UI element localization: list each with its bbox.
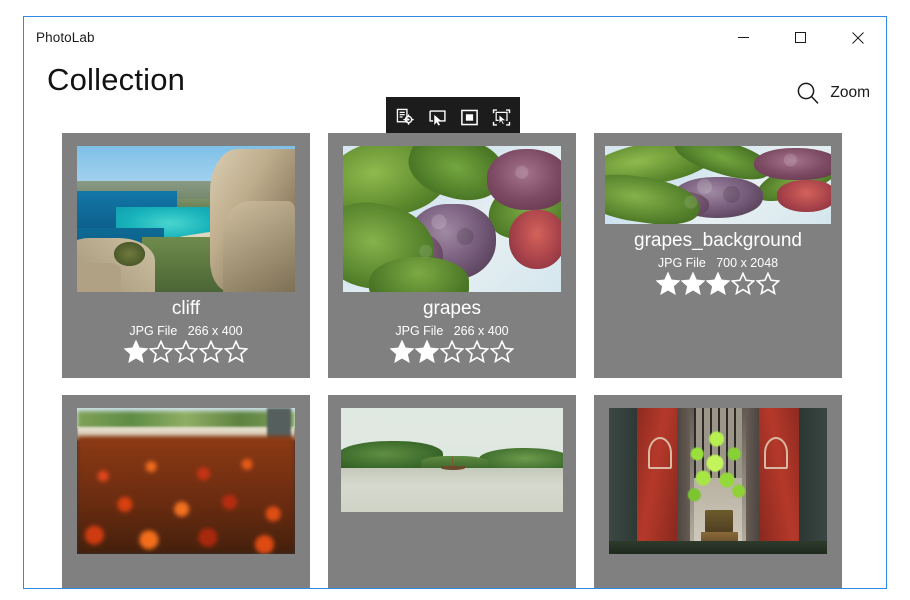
- search-icon: [795, 80, 821, 106]
- thumbnail-wrapper: [77, 408, 295, 554]
- thumbnail[interactable]: [77, 146, 295, 292]
- photo-card[interactable]: [62, 395, 310, 588]
- thumbnail-wrapper: [77, 146, 295, 292]
- star-empty-icon[interactable]: [731, 272, 755, 295]
- image-layer: [223, 201, 295, 292]
- image-layer: [343, 146, 561, 292]
- properties-inspector-button[interactable]: [392, 104, 418, 130]
- live-tree-select-icon: [492, 108, 511, 127]
- thumbnail-wrapper: [343, 146, 561, 292]
- image-layer: [609, 541, 827, 554]
- zoom-button[interactable]: Zoom: [795, 80, 870, 106]
- photo-meta: JPG File 700 x 2048: [658, 256, 778, 270]
- photo-gallery[interactable]: cliff JPG File 266 x 400 grapes JPG File 26…: [24, 133, 886, 588]
- star-filled-icon[interactable]: [124, 340, 148, 363]
- thumbnail-image-temple_doorway: [609, 408, 827, 554]
- app-window: PhotoLab Collection: [23, 16, 887, 589]
- star-empty-icon[interactable]: [490, 340, 514, 363]
- star-empty-icon[interactable]: [199, 340, 223, 363]
- photo-card[interactable]: grapes_background JPG File 700 x 2048: [594, 133, 842, 378]
- photo-meta: JPG File 266 x 400: [129, 324, 242, 338]
- select-in-live-tree-button[interactable]: [488, 104, 514, 130]
- image-layer: [77, 263, 121, 292]
- thumbnail[interactable]: [605, 146, 831, 224]
- image-layer: [681, 426, 755, 519]
- image-layer: [605, 146, 831, 224]
- thumbnail-wrapper: [341, 408, 563, 512]
- title-bar[interactable]: PhotoLab: [24, 17, 886, 58]
- thumbnail-wrapper: [605, 146, 831, 224]
- image-layer: [341, 468, 563, 512]
- thumbnail-wrapper: [609, 408, 827, 554]
- thumbnail[interactable]: [609, 408, 827, 554]
- thumbnail-image-grapes: [343, 146, 561, 292]
- thumbnail[interactable]: [77, 408, 295, 554]
- inspect-toolbar-buttons: [392, 104, 514, 130]
- photo-name: grapes_background: [634, 231, 802, 251]
- rating-stars[interactable]: [656, 272, 780, 295]
- thumbnail-image-cliff: [77, 146, 295, 292]
- star-filled-icon[interactable]: [390, 340, 414, 363]
- star-filled-icon[interactable]: [706, 272, 730, 295]
- focus-rect-icon: [460, 108, 479, 127]
- close-icon: [852, 32, 864, 44]
- thumbnail-image-mangrove_river: [341, 408, 563, 512]
- image-layer: [753, 408, 799, 554]
- app-header: Collection: [24, 58, 886, 133]
- photo-card[interactable]: [594, 395, 842, 588]
- thumbnail[interactable]: [343, 146, 561, 292]
- image-layer: [77, 436, 295, 554]
- window-controls: [715, 17, 886, 58]
- maximize-button[interactable]: [772, 17, 829, 58]
- photo-meta: JPG File 266 x 400: [395, 324, 508, 338]
- star-filled-icon[interactable]: [656, 272, 680, 295]
- minimize-button[interactable]: [715, 17, 772, 58]
- image-layer: [114, 242, 145, 265]
- photo-card[interactable]: [328, 395, 576, 588]
- image-layer: [648, 437, 672, 469]
- rating-stars[interactable]: [124, 340, 248, 363]
- highlight-element-button[interactable]: [456, 104, 482, 130]
- photo-card[interactable]: grapes JPG File 266 x 400: [328, 133, 576, 378]
- image-layer: [764, 437, 788, 469]
- photo-card[interactable]: cliff JPG File 266 x 400: [62, 133, 310, 378]
- star-empty-icon[interactable]: [465, 340, 489, 363]
- window-title: PhotoLab: [36, 30, 95, 45]
- photo-name: grapes: [423, 299, 481, 319]
- page-title: Collection: [47, 62, 185, 98]
- star-empty-icon[interactable]: [149, 340, 173, 363]
- properties-icon: [396, 108, 415, 127]
- star-filled-icon[interactable]: [681, 272, 705, 295]
- select-element-button[interactable]: [424, 104, 450, 130]
- zoom-label: Zoom: [830, 84, 870, 102]
- star-empty-icon[interactable]: [440, 340, 464, 363]
- rating-stars[interactable]: [390, 340, 514, 363]
- thumbnail-image-autumn_leaves: [77, 408, 295, 554]
- photo-grid: cliff JPG File 266 x 400 grapes JPG File 26…: [62, 133, 848, 588]
- thumbnail[interactable]: [341, 408, 563, 512]
- thumbnail-image-grapes_background: [605, 146, 831, 224]
- image-layer: [705, 510, 733, 533]
- star-filled-icon[interactable]: [415, 340, 439, 363]
- star-empty-icon[interactable]: [756, 272, 780, 295]
- close-button[interactable]: [829, 17, 886, 58]
- star-empty-icon[interactable]: [224, 340, 248, 363]
- minimize-icon: [738, 32, 749, 43]
- maximize-icon: [795, 32, 806, 43]
- star-empty-icon[interactable]: [174, 340, 198, 363]
- cursor-select-icon: [428, 108, 447, 127]
- photo-name: cliff: [172, 299, 200, 319]
